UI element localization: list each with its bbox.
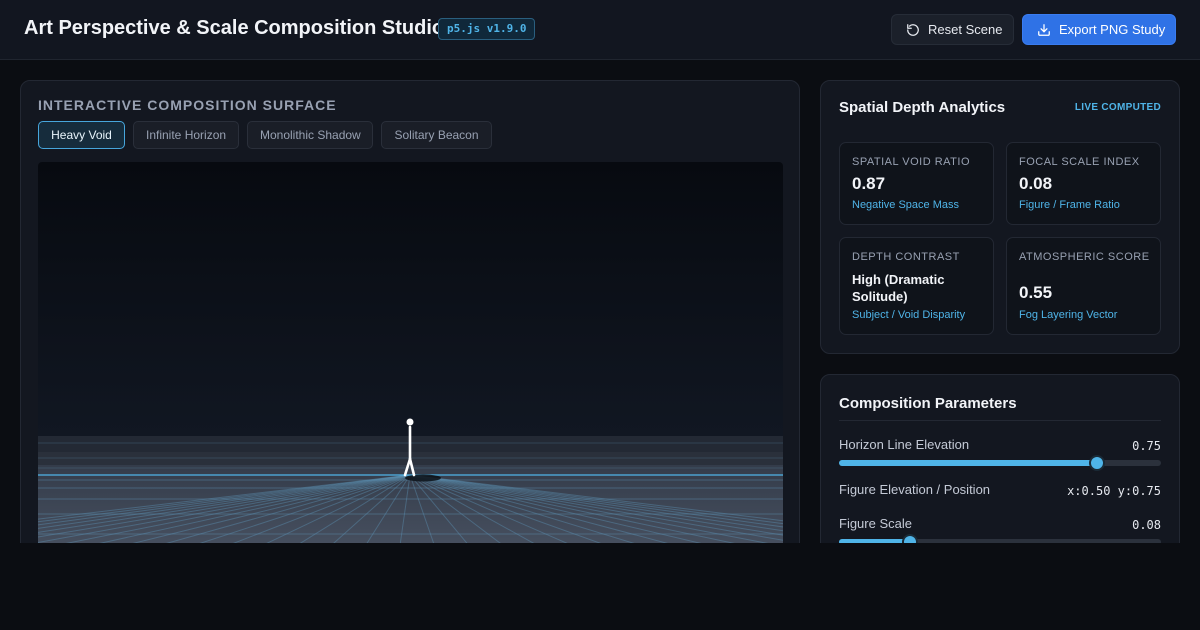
metric-value: High (Dramatic Solitude) [852,272,945,304]
metric-label: FOCAL SCALE INDEX [1019,156,1140,168]
metric-atmospheric-score: ATMOSPHERIC SCORE 0.55 Fog Layering Vect… [1006,237,1161,335]
sky [38,162,783,436]
metric-caption: Fog Layering Vector [1019,309,1118,321]
preset-monolithic-shadow[interactable]: Monolithic Shadow [247,121,373,149]
figure-scale-slider-fill [839,539,910,543]
metric-value: 0.55 [1019,283,1053,302]
metric-caption: Figure / Frame Ratio [1019,199,1120,211]
preset-heavy-void[interactable]: Heavy Void [38,121,125,149]
composition-canvas[interactable] [38,162,783,543]
reset-scene-button[interactable]: Reset Scene [891,14,1014,45]
export-png-button[interactable]: Export PNG Study [1022,14,1176,45]
reset-scene-label: Reset Scene [928,22,1003,37]
download-icon [1038,23,1050,36]
figure-scale-value: 0.08 [1132,518,1161,532]
figure-scale-slider-thumb[interactable] [901,534,918,543]
horizon-slider-fill [839,460,1097,466]
figure-position-value: x:0.50 y:0.75 [1067,484,1161,498]
figure-shadow [405,474,441,482]
app-title: Art Perspective & Scale Composition Stud… [24,17,445,39]
composition-parameters-card: Composition Parameters Horizon Line Elev… [820,374,1180,543]
figure-position-label: Figure Elevation / Position [839,482,991,497]
metric-label: SPATIAL VOID RATIO [852,156,971,168]
preset-infinite-horizon[interactable]: Infinite Horizon [133,121,239,149]
horizon-label: Horizon Line Elevation [839,437,970,452]
metric-spatial-void-ratio: SPATIAL VOID RATIO 0.87 Negative Space M… [839,142,994,225]
divider [839,420,1161,421]
metric-label: ATMOSPHERIC SCORE [1019,251,1150,263]
composition-panel: INTERACTIVE COMPOSITION SURFACE Heavy Vo… [20,80,800,543]
horizon-slider[interactable] [839,455,1161,471]
metric-caption: Negative Space Mass [852,199,959,211]
metric-caption: Subject / Void Disparity [852,309,966,321]
spatial-depth-analytics-card: Spatial Depth Analytics LIVE COMPUTED SP… [820,80,1180,354]
metric-depth-contrast: DEPTH CONTRAST High (Dramatic Solitude) … [839,237,994,335]
preset-solitary-beacon[interactable]: Solitary Beacon [381,121,492,149]
workspace: INTERACTIVE COMPOSITION SURFACE Heavy Vo… [0,60,1200,543]
analytics-title: Spatial Depth Analytics [839,99,1006,116]
version-badge: p5.js v1.9.0 [438,18,536,40]
export-png-label: Export PNG Study [1059,22,1166,37]
top-bar: Art Perspective & Scale Composition Stud… [0,0,1200,60]
horizon-slider-thumb[interactable] [1088,455,1105,471]
rotate-ccw-icon [907,23,919,36]
metric-value: 0.87 [852,174,886,193]
metric-value: 0.08 [1019,174,1053,193]
metric-label: DEPTH CONTRAST [852,251,960,263]
surface-heading: INTERACTIVE COMPOSITION SURFACE [38,97,337,113]
figure-scale-label: Figure Scale [839,516,912,531]
figure-scale-slider[interactable] [839,534,1161,543]
metric-focal-scale-index: FOCAL SCALE INDEX 0.08 Figure / Frame Ra… [1006,142,1161,225]
horizon-value: 0.75 [1132,439,1161,453]
live-computed-badge: LIVE COMPUTED [1074,102,1161,113]
params-title: Composition Parameters [839,395,1017,412]
